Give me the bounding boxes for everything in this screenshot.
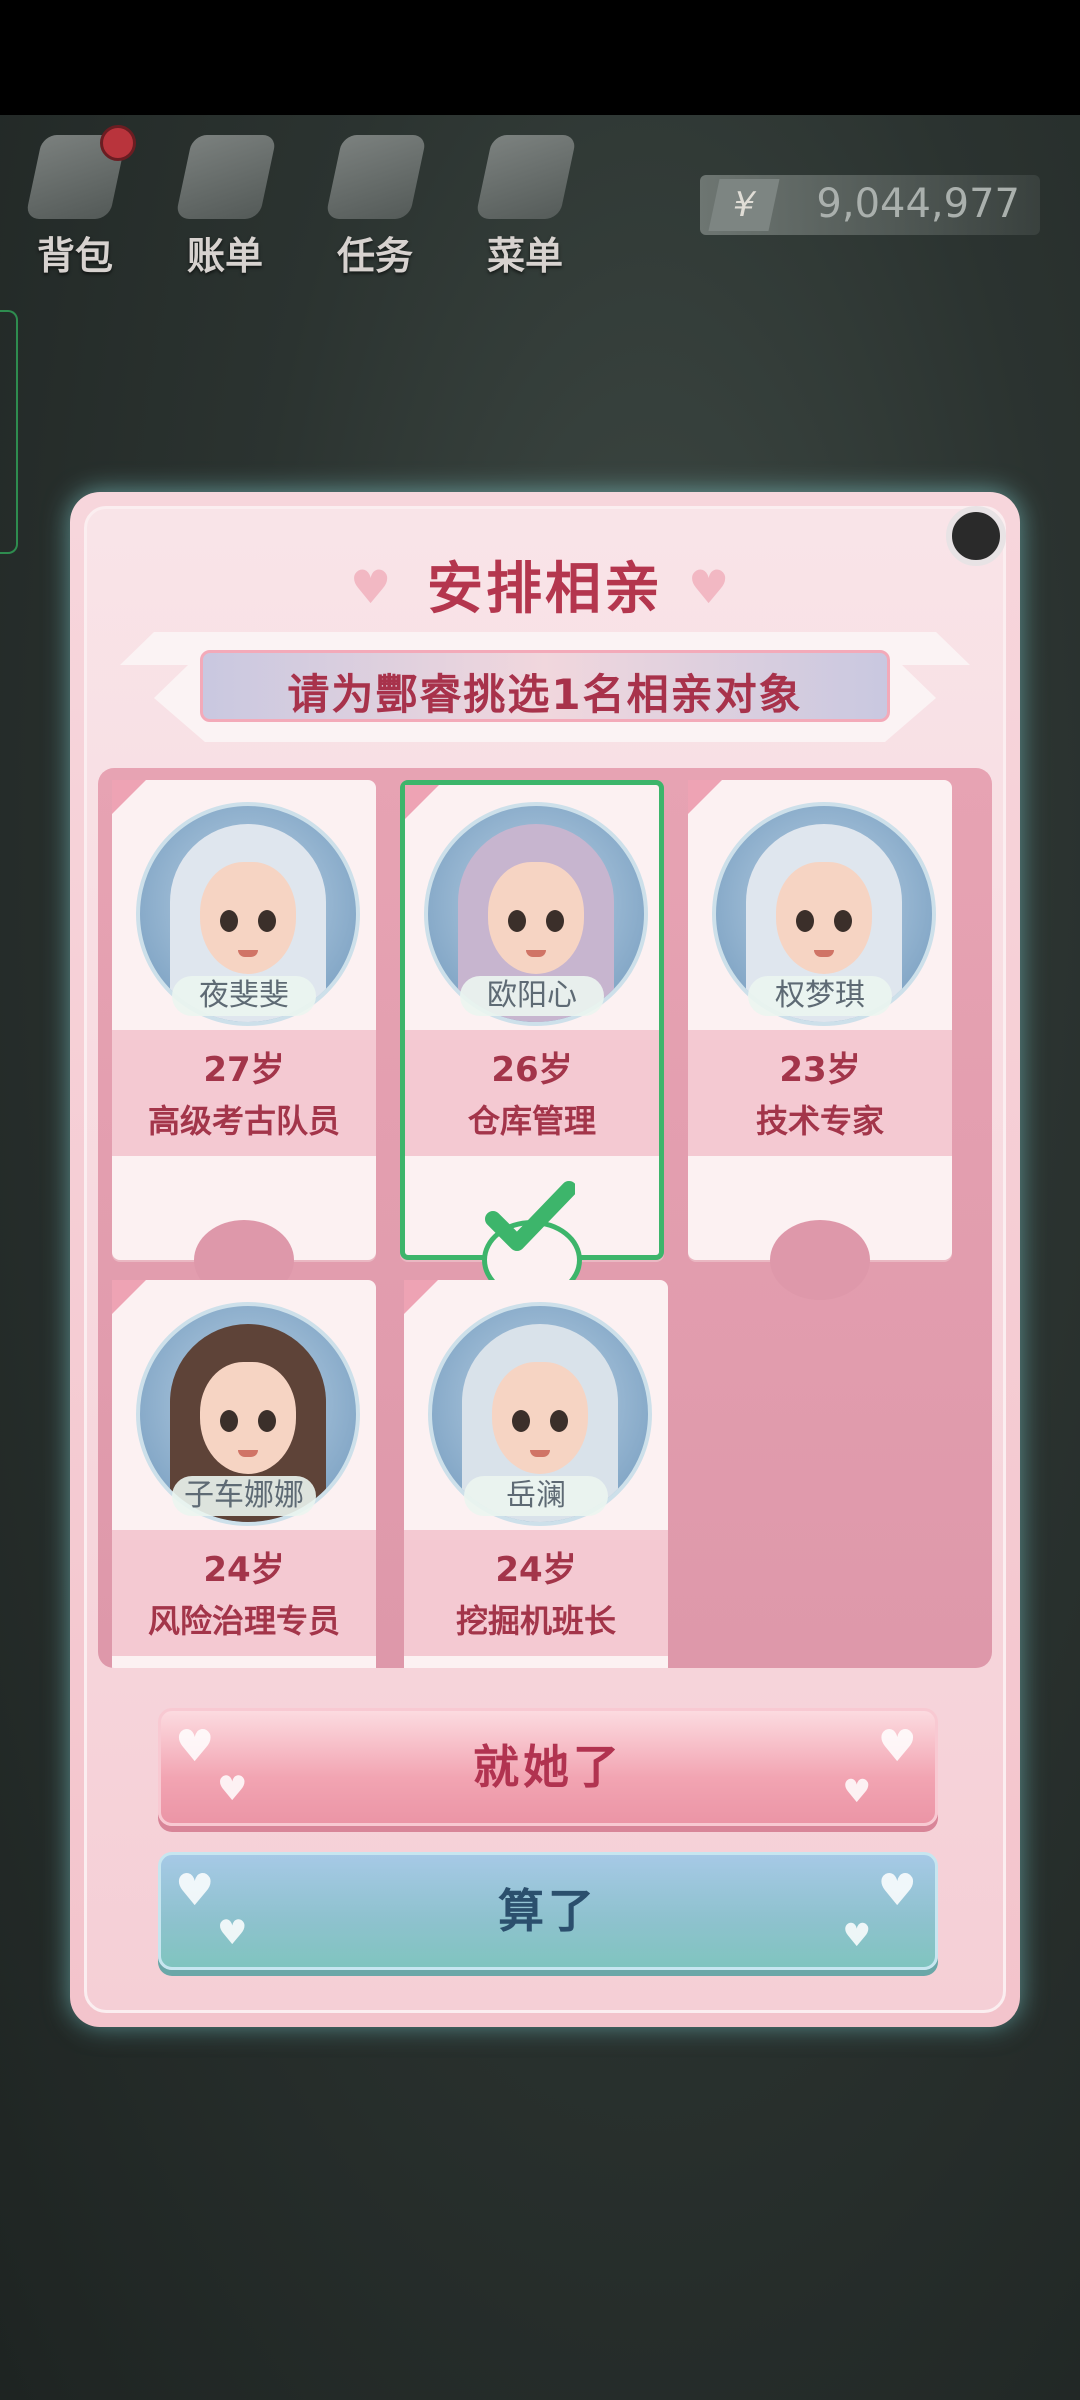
candidate-name: 夜斐斐: [172, 976, 316, 1016]
mouth: [530, 1450, 550, 1457]
heart-icon: ♥: [175, 1865, 219, 1916]
eye: [258, 910, 276, 932]
confirm-button[interactable]: 就她了 ♥ ♥ ♥ ♥: [158, 1708, 938, 1826]
eye: [546, 910, 564, 932]
candidate-name: 欧阳心: [460, 976, 604, 1016]
heart-icon: ♥: [842, 1772, 875, 1810]
eye: [220, 1410, 238, 1432]
heart-icon: ♥: [842, 1916, 875, 1954]
candidate-name: 子车娜娜: [172, 1476, 316, 1516]
menu-icon: [475, 135, 577, 219]
eye: [258, 1410, 276, 1432]
candidate-card[interactable]: 权梦琪 23岁 技术专家: [688, 780, 952, 1300]
card-corner: [688, 780, 722, 814]
backpack-label: 背包: [36, 234, 113, 278]
money-value: 9,044,977: [816, 181, 1020, 227]
candidate-job: 高级考古队员: [147, 1102, 340, 1140]
cancel-button[interactable]: 算了 ♥ ♥ ♥ ♥: [158, 1852, 938, 1970]
card-corner: [405, 785, 439, 819]
menu-label: 菜单: [486, 234, 563, 278]
mouth: [814, 950, 834, 957]
card-notch: [770, 1220, 870, 1300]
heart-icon: ♥: [350, 560, 392, 614]
candidate-job: 风险治理专员: [147, 1602, 340, 1640]
avatar-face: [200, 862, 296, 974]
mouth: [238, 1450, 258, 1457]
candidate-card-selected[interactable]: 欧阳心 26岁 仓库管理: [400, 780, 664, 1300]
candidate-card[interactable]: 夜斐斐 27岁 高级考古队员: [112, 780, 376, 1300]
candidate-grid: 夜斐斐 27岁 高级考古队员 欧阳心 26岁 仓库管理 权梦琪 23岁 技术专家…: [98, 768, 992, 1668]
card-corner: [112, 780, 146, 814]
candidate-age: 24岁: [495, 1550, 577, 1590]
eye: [550, 1410, 568, 1432]
top-hud: 背包 账单 任务 菜单 ¥ 9,044,977: [0, 115, 1080, 285]
bill-icon: [175, 135, 277, 219]
subtitle-box: 请为酆睿挑选1名相亲对象: [200, 650, 890, 722]
heart-icon: ♥: [175, 1721, 219, 1772]
card-corner: [404, 1280, 438, 1314]
eye: [834, 910, 852, 932]
candidate-job: 挖掘机班长: [455, 1602, 616, 1640]
candidate-card[interactable]: 子车娜娜 24岁 风险治理专员: [112, 1280, 376, 1668]
dialog-subtitle: 请为酆睿挑选1名相亲对象: [287, 670, 803, 719]
status-bar: [0, 0, 1080, 115]
eye: [512, 1410, 530, 1432]
bill-label: 账单: [186, 234, 263, 278]
avatar-face: [200, 1362, 296, 1474]
avatar-face: [488, 862, 584, 974]
heart-icon: ♥: [217, 1769, 252, 1809]
candidate-age: 27岁: [203, 1050, 285, 1090]
candidate-name: 岳澜: [464, 1476, 608, 1516]
task-label: 任务: [336, 234, 413, 278]
menu-button[interactable]: 菜单: [460, 125, 590, 278]
task-icon: [325, 135, 427, 219]
mouth: [238, 950, 258, 957]
heart-icon: ♥: [217, 1913, 252, 1953]
card-corner: [112, 1280, 146, 1314]
money-display: ¥ 9,044,977: [700, 175, 1040, 235]
mouth: [526, 950, 546, 957]
bill-button[interactable]: 账单: [160, 125, 290, 278]
notification-dot: [100, 125, 136, 161]
matchmaking-dialog: 安排相亲 ♥ ♥ 请为酆睿挑选1名相亲对象 夜斐斐 27岁 高级考古队员 欧阳心…: [70, 492, 1020, 2027]
heart-icon: ♥: [877, 1865, 921, 1916]
candidate-name: 权梦琪: [748, 976, 892, 1016]
avatar-face: [776, 862, 872, 974]
yen-icon: ¥: [708, 179, 780, 231]
backpack-button[interactable]: 背包: [10, 125, 140, 278]
task-button[interactable]: 任务: [310, 125, 440, 278]
candidate-age: 23岁: [779, 1050, 861, 1090]
eye: [796, 910, 814, 932]
eye: [508, 910, 526, 932]
candidate-age: 24岁: [203, 1550, 285, 1590]
candidate-job: 技术专家: [755, 1102, 884, 1140]
eye: [220, 910, 238, 932]
avatar-face: [492, 1362, 588, 1474]
candidate-age: 26岁: [491, 1050, 573, 1090]
dialog-title: 安排相亲: [427, 557, 663, 622]
cancel-label: 算了: [498, 1884, 598, 1938]
confirm-label: 就她了: [473, 1740, 623, 1794]
candidate-card[interactable]: 岳澜 24岁 挖掘机班长: [404, 1280, 668, 1668]
side-tab-handle[interactable]: [0, 310, 18, 554]
candidate-job: 仓库管理: [467, 1102, 596, 1140]
heart-icon: ♥: [877, 1721, 921, 1772]
checkmark-icon: [485, 1181, 575, 1251]
heart-icon: ♥: [688, 560, 730, 614]
